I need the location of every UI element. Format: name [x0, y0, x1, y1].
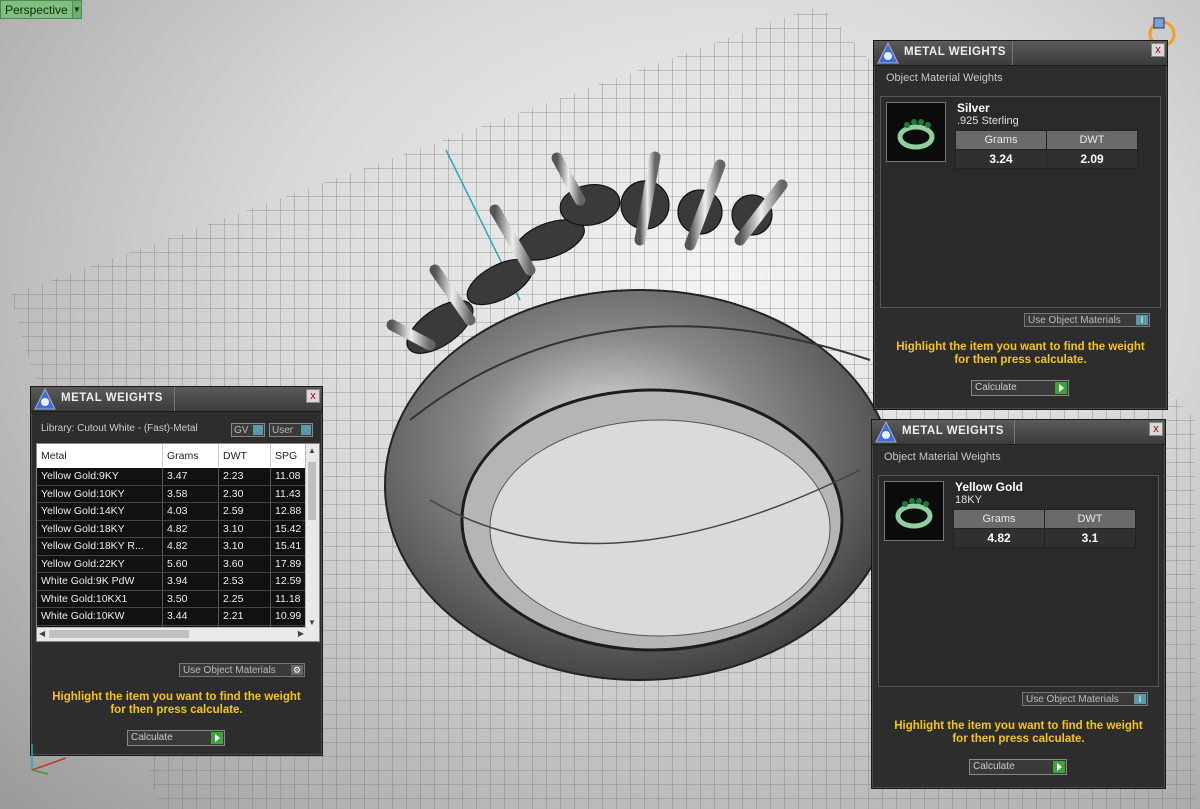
user-select[interactable]: User	[269, 423, 313, 437]
table-cell: 3.94	[162, 572, 219, 591]
weight-table: Grams DWT 4.82 3.1	[953, 509, 1136, 548]
grams-value: 4.82	[953, 528, 1045, 548]
viewport-label-tab[interactable]: Perspective ▼	[0, 0, 82, 19]
table-row[interactable]: White Gold:10KX1 3.50 2.25 11.18	[37, 590, 313, 608]
table-cell: Yellow Gold:14KY	[37, 502, 163, 521]
metal-weights-panel-library: METAL WEIGHTS x Library: Cutout White - …	[30, 386, 323, 756]
metal-weights-logo-icon	[875, 420, 897, 443]
table-cell: 3.58	[162, 485, 219, 503]
play-icon	[1053, 761, 1065, 773]
table-row[interactable]: Yellow Gold:22KY 5.60 3.60 17.89	[37, 555, 313, 573]
metal-weights-panel-silver: METAL WEIGHTS x Object Material Weights …	[873, 40, 1168, 410]
grams-header: Grams	[955, 130, 1047, 150]
table-cell: 3.10	[218, 520, 271, 538]
metal-weights-panel-yellow-gold: METAL WEIGHTS x Object Material Weights …	[871, 419, 1166, 789]
calculate-button[interactable]: Calculate	[971, 380, 1069, 396]
table-row[interactable]: Yellow Gold:18KY R... 4.82 3.10 15.41	[37, 537, 313, 556]
table-cell: Yellow Gold:10KY	[37, 485, 163, 503]
table-cell: Yellow Gold:18KY	[37, 520, 163, 538]
play-icon	[1055, 382, 1067, 394]
metal-table[interactable]: Metal Grams DWT SPG Yellow Gold:9KY 3.47 2…	[36, 443, 320, 642]
table-row[interactable]: Yellow Gold:10KY 3.58 2.30 11.43	[37, 485, 313, 503]
dwt-header: DWT	[1044, 509, 1136, 529]
hint-text: Highlight the item you want to find the …	[894, 720, 1143, 745]
library-label: Library: Cutout White - (Fast)-Metal	[41, 423, 198, 434]
table-cell: 2.21	[218, 607, 271, 626]
use-object-materials-toggle[interactable]: Use Object Materials I	[1022, 692, 1148, 706]
table-cell: Yellow Gold:9KY	[37, 468, 163, 486]
table-row[interactable]: Yellow Gold:14KY 4.03 2.59 12.88	[37, 502, 313, 521]
column-header[interactable]: Metal	[37, 444, 163, 468]
material-info-box: Silver .925 Sterling Grams DWT 3.24 2.09	[880, 96, 1161, 308]
close-icon[interactable]: x	[306, 389, 320, 403]
table-cell: White Gold:10KX1	[37, 590, 163, 608]
play-icon	[211, 732, 223, 744]
table-row[interactable]: White Gold:10KW 3.44 2.21 10.99	[37, 607, 313, 626]
grams-value: 3.24	[955, 149, 1047, 169]
table-cell: 2.25	[218, 590, 271, 608]
panel-titlebar[interactable]: METAL WEIGHTS x	[31, 387, 322, 412]
column-header[interactable]: Grams	[162, 444, 219, 468]
ring-thumbnail-icon	[884, 481, 944, 541]
horizontal-scrollbar[interactable]: ◀ ▶	[37, 627, 306, 641]
table-cell: 5.60	[162, 555, 219, 573]
table-cell: 4.03	[162, 502, 219, 521]
panel-titlebar[interactable]: METAL WEIGHTS x	[874, 41, 1167, 66]
table-row[interactable]: Yellow Gold:18KY 4.82 3.10 15.42	[37, 520, 313, 538]
use-object-materials-toggle[interactable]: Use Object Materials I	[1024, 313, 1150, 327]
table-cell: 2.59	[218, 502, 271, 521]
vertical-scrollbar[interactable]: ▲ ▼	[305, 444, 319, 641]
close-icon[interactable]: x	[1149, 422, 1163, 436]
table-row[interactable]: Yellow Gold:9KY 3.47 2.23 11.08	[37, 468, 313, 486]
table-cell: Yellow Gold:18KY R...	[37, 537, 163, 556]
table-cell: White Gold:10KW	[37, 607, 163, 626]
table-cell: 4.82	[162, 537, 219, 556]
material-info-box: Yellow Gold 18KY Grams DWT 4.82 3.1	[878, 475, 1159, 687]
axis-icon	[31, 744, 67, 775]
table-cell: 4.82	[162, 520, 219, 538]
ring-thumbnail-icon	[886, 102, 946, 162]
material-subtype: .925 Sterling	[957, 115, 1019, 127]
table-cell: 3.60	[218, 555, 271, 573]
material-name: Yellow Gold	[955, 480, 1024, 494]
table-cell: 3.50	[162, 590, 219, 608]
table-cell: 2.53	[218, 572, 271, 591]
material-name: Silver	[957, 101, 990, 115]
panel-subhead: Object Material Weights	[884, 451, 1001, 463]
dwt-header: DWT	[1046, 130, 1138, 150]
hint-text: Highlight the item you want to find the …	[896, 341, 1145, 366]
calculate-button[interactable]: Calculate	[127, 730, 225, 746]
table-cell: White Gold:9K PdW	[37, 572, 163, 591]
table-cell: 3.44	[162, 607, 219, 626]
ring-band-hole	[489, 419, 831, 637]
table-cell: 2.23	[218, 468, 271, 486]
material-subtype: 18KY	[955, 494, 982, 506]
table-cell: 3.10	[218, 537, 271, 556]
gv-select[interactable]: GV	[231, 423, 265, 437]
hint-text: Highlight the item you want to find the …	[52, 691, 301, 716]
metal-weights-logo-icon	[34, 387, 56, 410]
grams-header: Grams	[953, 509, 1045, 529]
calculate-button[interactable]: Calculate	[969, 759, 1067, 775]
panel-subhead: Object Material Weights	[886, 72, 1003, 84]
column-header[interactable]: DWT	[218, 444, 271, 468]
metal-weights-logo-icon	[877, 41, 899, 64]
table-header-row: Metal Grams DWT SPG	[37, 444, 313, 468]
table-cell: Yellow Gold:22KY	[37, 555, 163, 573]
weight-table: Grams DWT 3.24 2.09	[955, 130, 1138, 169]
panel-titlebar[interactable]: METAL WEIGHTS x	[872, 420, 1165, 445]
dwt-value: 3.1	[1044, 528, 1136, 548]
dwt-value: 2.09	[1046, 149, 1138, 169]
table-cell: 2.30	[218, 485, 271, 503]
use-object-materials-toggle[interactable]: Use Object Materials ⚙	[179, 663, 305, 677]
viewport-label: Perspective	[5, 2, 68, 17]
table-cell: 3.47	[162, 468, 219, 486]
close-icon[interactable]: x	[1151, 43, 1165, 57]
table-row[interactable]: White Gold:9K PdW 3.94 2.53 12.59	[37, 572, 313, 591]
dropdown-arrow-icon[interactable]: ▼	[71, 1, 81, 18]
